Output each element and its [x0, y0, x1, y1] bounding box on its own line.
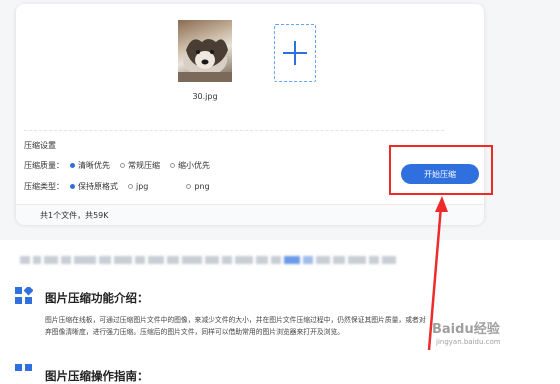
watermark-url: jingyan.baidu.com	[436, 338, 501, 346]
watermark-brand: Baidu经验	[432, 322, 500, 337]
